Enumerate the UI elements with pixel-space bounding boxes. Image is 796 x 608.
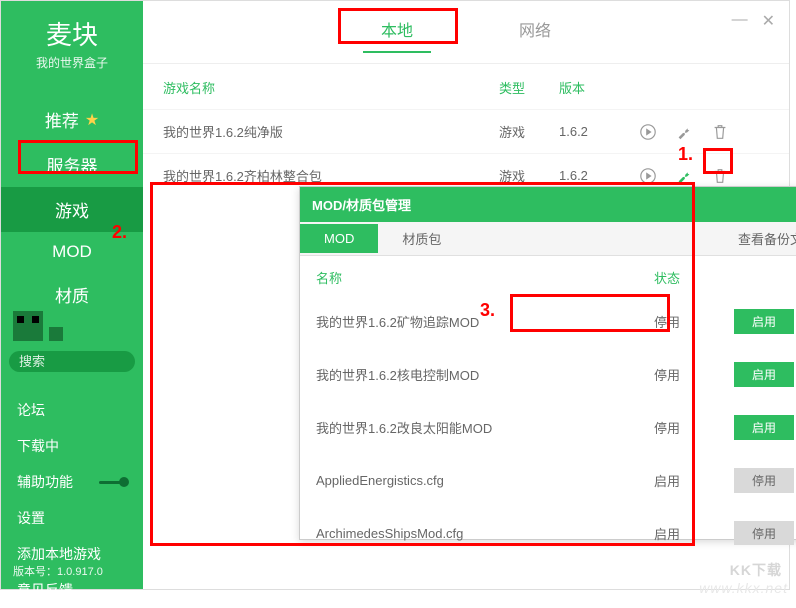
creeper-icon: [13, 311, 43, 341]
row-version: 1.6.2: [559, 124, 639, 139]
wrench-icon[interactable]: [675, 167, 693, 185]
modal-tab-texture[interactable]: 材质包: [378, 222, 465, 255]
brand: 麦块 我的世界盒子: [1, 1, 143, 81]
mod-status: 停用: [654, 365, 734, 384]
nav-forum[interactable]: 论坛: [1, 392, 143, 428]
mod-toggle-button[interactable]: 停用: [734, 521, 794, 545]
table-row: 我的世界1.6.2纯净版 游戏 1.6.2: [143, 109, 789, 153]
brand-title: 麦块: [1, 15, 143, 52]
modal-col-action: [734, 268, 796, 287]
row-type: 游戏: [499, 122, 559, 141]
modal-row: 我的世界1.6.2核电控制MOD停用启用: [300, 348, 796, 401]
modal-row: 我的世界1.6.2矿物追踪MOD停用启用: [300, 295, 796, 348]
nav-assist[interactable]: 辅助功能: [1, 464, 143, 500]
trash-icon[interactable]: [711, 167, 729, 185]
mod-toggle-button[interactable]: 启用: [734, 415, 794, 440]
mod-name: AppliedEnergistics.cfg: [316, 473, 654, 488]
mod-status: 启用: [654, 524, 734, 543]
version-label: 版本号：1.0.917.0: [13, 563, 103, 579]
wrench-icon[interactable]: [675, 123, 693, 141]
play-icon[interactable]: [639, 167, 657, 185]
modal-body: 我的世界1.6.2矿物追踪MOD停用启用我的世界1.6.2核电控制MOD停用启用…: [300, 295, 796, 545]
app-window: 麦块 我的世界盒子 推荐 ★ 服务器 游戏 MOD 材质 论坛 下载中: [0, 0, 790, 590]
nav-settings[interactable]: 设置: [1, 500, 143, 536]
star-icon: ★: [85, 110, 99, 130]
mod-name: 我的世界1.6.2改良太阳能MOD: [316, 418, 654, 437]
modal-tabs: MOD 材质包 查看备份文件: [300, 222, 796, 256]
nav-assist-label: 辅助功能: [17, 472, 73, 492]
modal-col-name: 名称: [316, 268, 654, 287]
backup-link[interactable]: 查看备份文件: [738, 229, 796, 248]
modal-row: ArchimedesShipsMod.cfg启用停用: [300, 507, 796, 545]
header-actions: [639, 78, 769, 97]
modal-columns: 名称 状态: [300, 256, 796, 295]
row-actions: [639, 167, 769, 185]
play-icon[interactable]: [639, 123, 657, 141]
mod-toggle-button[interactable]: 启用: [734, 309, 794, 334]
tab-local[interactable]: 本地: [363, 17, 431, 53]
modal-header: MOD/材质包管理 ×: [300, 187, 796, 222]
titlebar: 本地 网络 — ✕: [143, 1, 789, 64]
modal-title: MOD/材质包管理: [312, 195, 411, 214]
nav-server[interactable]: 服务器: [1, 142, 143, 187]
mod-toggle-button[interactable]: 启用: [734, 362, 794, 387]
mod-name: 我的世界1.6.2核电控制MOD: [316, 365, 654, 384]
minimize-icon[interactable]: —: [732, 11, 748, 31]
modal-row: AppliedEnergistics.cfg启用停用: [300, 454, 796, 507]
main-nav: 推荐 ★ 服务器 游戏 MOD 材质: [1, 97, 143, 317]
mod-status: 启用: [654, 471, 734, 490]
modal-row: 我的世界1.6.2改良太阳能MOD停用启用: [300, 401, 796, 454]
main-panel: 本地 网络 — ✕ 游戏名称 类型 版本 我的世界1.6.2纯净版 游戏 1.6…: [143, 1, 789, 589]
brand-subtitle: 我的世界盒子: [1, 54, 143, 71]
window-controls: — ✕: [732, 11, 775, 31]
mod-name: 我的世界1.6.2矿物追踪MOD: [316, 312, 654, 331]
modal-col-status: 状态: [654, 268, 734, 287]
watermark-logo: KK下载: [730, 560, 782, 580]
trash-icon[interactable]: [711, 123, 729, 141]
nav-recommend[interactable]: 推荐 ★: [1, 97, 143, 142]
mod-status: 停用: [654, 312, 734, 331]
row-type: 游戏: [499, 166, 559, 185]
row-name: 我的世界1.6.2纯净版: [163, 122, 499, 141]
search-box[interactable]: [9, 351, 135, 372]
creeper-small-icon: [49, 327, 63, 341]
watermark-url: www.kkx.net: [699, 580, 788, 596]
modal-tab-mod[interactable]: MOD: [300, 224, 378, 253]
row-actions: [639, 123, 769, 141]
row-version: 1.6.2: [559, 168, 639, 183]
mod-toggle-button[interactable]: 停用: [734, 468, 794, 493]
mod-status: 停用: [654, 418, 734, 437]
header-name: 游戏名称: [163, 78, 499, 97]
nav-mod[interactable]: MOD: [1, 232, 143, 272]
assist-toggle[interactable]: [99, 481, 127, 484]
mod-manager-modal: MOD/材质包管理 × MOD 材质包 查看备份文件 名称 状态 我的世界1.6…: [299, 186, 796, 540]
nav-recommend-label: 推荐: [45, 107, 79, 132]
header-version: 版本: [559, 78, 639, 97]
table-header: 游戏名称 类型 版本: [143, 64, 789, 109]
row-name: 我的世界1.6.2齐柏林整合包: [163, 166, 499, 185]
sidebar: 麦块 我的世界盒子 推荐 ★ 服务器 游戏 MOD 材质 论坛 下载中: [1, 1, 143, 589]
close-icon[interactable]: ✕: [762, 11, 775, 31]
nav-downloading[interactable]: 下载中: [1, 428, 143, 464]
header-type: 类型: [499, 78, 559, 97]
nav-game[interactable]: 游戏: [1, 187, 143, 232]
mod-name: ArchimedesShipsMod.cfg: [316, 526, 654, 541]
tab-network[interactable]: 网络: [501, 17, 569, 53]
